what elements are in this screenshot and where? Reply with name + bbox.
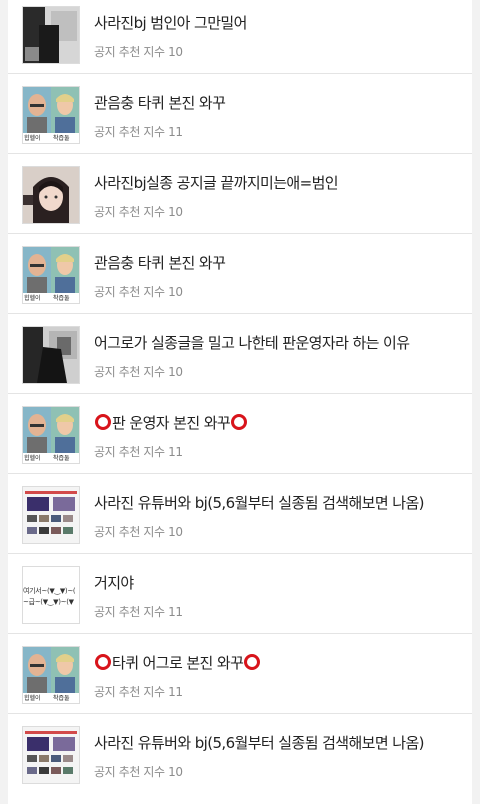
avatar-caption-right: 착즙둘 bbox=[53, 135, 70, 142]
post-meta: 공지 추천 지수 10 bbox=[94, 365, 183, 379]
post-thumbnail[interactable]: 여기서~(▼‿▼)~( ~급~(▼‿▼)~(▼ bbox=[22, 566, 80, 624]
avatar-caption-left: 힙헬이 bbox=[24, 135, 41, 142]
post-meta: 공지 추천 지수 11 bbox=[94, 685, 183, 699]
list-item[interactable]: 힙헬이 착즙둘 관음충 타퀴 본진 와꾸 공지 추천 지수 10 bbox=[8, 234, 472, 314]
list-item[interactable]: 어그로가 실종글을 밀고 나한테 판운영자라 하는 이유 공지 추천 지수 10 bbox=[8, 314, 472, 394]
post-title[interactable]: 관음충 타퀴 본진 와꾸 bbox=[94, 92, 464, 113]
avatar-caption-right: 착즙둘 bbox=[53, 695, 70, 702]
avatar-caption-left: 힙헬이 bbox=[24, 295, 41, 302]
post-title[interactable]: 사라진bj 범인아 그만밀어 bbox=[94, 12, 464, 33]
post-title[interactable]: 어그로가 실종글을 밀고 나한테 판운영자라 하는 이유 bbox=[94, 332, 464, 353]
post-meta: 공지 추천 지수 10 bbox=[94, 525, 183, 539]
post-title[interactable]: 관음충 타퀴 본진 와꾸 bbox=[94, 252, 464, 273]
post-thumbnail[interactable]: 힙헬이 착즙둘 bbox=[22, 246, 80, 304]
red-circle-icon bbox=[231, 414, 248, 430]
post-title[interactable]: 사라진 유튜버와 bj(5,6월부터 실종됨 검색해보면 나옴) bbox=[94, 732, 464, 753]
post-thumbnail[interactable]: 힙헬이 착즙둘 bbox=[22, 86, 80, 144]
post-title-text: 판 운영자 본진 와꾸 bbox=[112, 414, 231, 432]
post-thumbnail[interactable]: 힙헬이 착즙둘 bbox=[22, 406, 80, 464]
post-title[interactable]: 거지야 bbox=[94, 572, 464, 593]
list-item[interactable]: 사라진 유튜버와 bj(5,6월부터 실종됨 검색해보면 나옴) 공지 추천 지… bbox=[8, 714, 472, 804]
list-item[interactable]: 사라진bj 범인아 그만밀어 공지 추천 지수 10 bbox=[8, 0, 472, 74]
thumbnail-emoticon-line: ~급~(▼‿▼)~(▼ bbox=[23, 598, 74, 606]
post-list: 사라진bj 범인아 그만밀어 공지 추천 지수 10 힙헬이 착즙둘 관음충 타… bbox=[8, 0, 472, 804]
post-thumbnail[interactable] bbox=[22, 6, 80, 64]
post-title[interactable]: 사라진bj실종 공지글 끝까지미는애=범인 bbox=[94, 172, 464, 193]
avatar-caption-right: 착즙둘 bbox=[53, 455, 70, 462]
post-thumbnail[interactable] bbox=[22, 726, 80, 784]
avatar-caption-left: 힙헬이 bbox=[24, 455, 41, 462]
post-meta: 공지 추천 지수 11 bbox=[94, 125, 183, 139]
post-title[interactable]: 판 운영자 본진 와꾸 bbox=[94, 412, 464, 433]
red-circle-icon bbox=[95, 414, 111, 430]
post-title[interactable]: 사라진 유튜버와 bj(5,6월부터 실종됨 검색해보면 나옴) bbox=[94, 492, 464, 513]
thumbnail-emoticon-line: 여기서~(▼‿▼)~( bbox=[23, 587, 76, 595]
post-thumbnail[interactable] bbox=[22, 326, 80, 384]
post-meta: 공지 추천 지수 10 bbox=[94, 45, 183, 59]
avatar-caption-left: 힙헬이 bbox=[24, 695, 41, 702]
post-meta: 공지 추천 지수 10 bbox=[94, 205, 183, 219]
avatar-caption-right: 착즙둘 bbox=[53, 295, 70, 302]
post-thumbnail[interactable]: 힙헬이 착즙둘 bbox=[22, 646, 80, 704]
red-circle-icon bbox=[244, 654, 261, 670]
list-item[interactable]: 사라진 유튜버와 bj(5,6월부터 실종됨 검색해보면 나옴) 공지 추천 지… bbox=[8, 474, 472, 554]
list-item[interactable]: 힙헬이 착즙둘 타퀴 어그로 본진 와꾸 공지 추천 지수 11 bbox=[8, 634, 472, 714]
list-item[interactable]: 힙헬이 착즙둘 판 운영자 본진 와꾸 공지 추천 지수 11 bbox=[8, 394, 472, 474]
post-thumbnail[interactable] bbox=[22, 486, 80, 544]
post-meta: 공지 추천 지수 11 bbox=[94, 445, 183, 459]
post-thumbnail[interactable] bbox=[22, 166, 80, 224]
post-title-text: 타퀴 어그로 본진 와꾸 bbox=[112, 654, 244, 672]
list-item[interactable]: 힙헬이 착즙둘 관음충 타퀴 본진 와꾸 공지 추천 지수 11 bbox=[8, 74, 472, 154]
post-meta: 공지 추천 지수 10 bbox=[94, 285, 183, 299]
list-item[interactable]: 여기서~(▼‿▼)~( ~급~(▼‿▼)~(▼ 거지야 공지 추천 지수 11 bbox=[8, 554, 472, 634]
list-item[interactable]: 사라진bj실종 공지글 끝까지미는애=범인 공지 추천 지수 10 bbox=[8, 154, 472, 234]
red-circle-icon bbox=[95, 654, 111, 670]
post-title[interactable]: 타퀴 어그로 본진 와꾸 bbox=[94, 652, 464, 673]
post-meta: 공지 추천 지수 11 bbox=[94, 605, 183, 619]
post-meta: 공지 추천 지수 10 bbox=[94, 765, 183, 779]
